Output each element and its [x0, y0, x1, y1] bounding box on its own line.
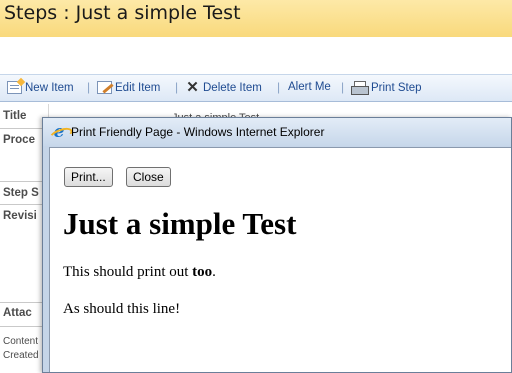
print-paragraph-2: As should this line!	[63, 301, 181, 317]
window-titlebar[interactable]: e Print Friendly Page - Windows Internet…	[43, 118, 511, 146]
field-divider	[0, 204, 48, 205]
print-heading: Just a simple Test	[63, 206, 297, 241]
meta-created: Created	[3, 350, 39, 361]
field-label-title: Title	[3, 110, 27, 122]
field-label-step: Step S	[3, 187, 39, 199]
field-label-revision: Revisi	[3, 210, 37, 222]
alert-me-label: Alert Me	[288, 81, 331, 93]
edit-item-icon	[97, 81, 112, 94]
page-title: Steps : Just a simple Test	[4, 2, 241, 24]
field-divider	[0, 128, 48, 129]
new-item-icon	[7, 81, 22, 94]
print-step-label: Print Step	[371, 81, 422, 94]
window-content: Print... Close Just a simple Test This s…	[49, 147, 511, 372]
paragraph-text: .	[212, 264, 216, 280]
toolbar-separator: |	[277, 80, 281, 94]
delete-x-icon: ✕	[186, 79, 199, 96]
print-friendly-window[interactable]: e Print Friendly Page - Windows Internet…	[42, 117, 512, 373]
list-toolbar: New Item | Edit Item | ✕ Delete Item | A…	[0, 74, 512, 102]
window-title: Print Friendly Page - Windows Internet E…	[71, 125, 325, 139]
new-item-label: New Item	[25, 81, 74, 94]
print-step-button[interactable]: Print Step	[351, 81, 422, 95]
print-button[interactable]: Print...	[64, 167, 113, 187]
meta-content-type: Content	[3, 336, 39, 347]
ie-logo-icon: e	[51, 124, 67, 141]
close-button[interactable]: Close	[126, 167, 171, 187]
field-divider	[0, 302, 48, 303]
page-title-banner: Steps : Just a simple Test	[0, 0, 512, 37]
delete-item-label: Delete Item	[203, 81, 262, 94]
toolbar-separator: |	[341, 80, 345, 94]
field-label-procedure: Proce	[3, 134, 35, 146]
field-divider	[0, 181, 48, 182]
alert-me-button[interactable]: Alert Me	[288, 81, 331, 93]
paragraph-text: This should print out	[63, 264, 193, 280]
printer-icon	[351, 81, 369, 95]
edit-item-label: Edit Item	[115, 81, 161, 94]
delete-item-button[interactable]: ✕ Delete Item	[185, 79, 262, 96]
edit-item-button[interactable]: Edit Item	[97, 81, 160, 94]
toolbar-separator: |	[175, 80, 179, 94]
print-paragraph-1: This should print out too.	[63, 264, 216, 281]
paragraph-bold-text: too	[192, 264, 213, 280]
toolbar-separator: |	[87, 80, 91, 94]
field-label-attachments: Attac	[3, 307, 32, 319]
new-item-button[interactable]: New Item	[7, 81, 74, 94]
field-divider	[0, 326, 48, 327]
